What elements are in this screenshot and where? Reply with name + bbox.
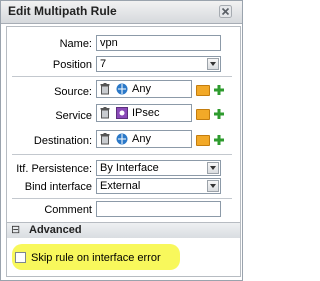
source-object-box[interactable]: Any — [96, 80, 192, 98]
destination-value: Any — [132, 133, 151, 145]
position-value: 7 — [100, 58, 107, 70]
service-label: Service — [55, 110, 92, 122]
comment-label: Comment — [44, 204, 92, 216]
chevron-down-icon[interactable] — [207, 180, 219, 192]
destination-label: Destination: — [33, 135, 92, 147]
divider — [12, 76, 232, 77]
divider — [12, 154, 232, 155]
chevron-down-icon[interactable] — [207, 58, 219, 70]
chevron-down-icon[interactable] — [207, 162, 219, 174]
position-label: Position — [52, 59, 92, 71]
add-icon[interactable] — [213, 134, 225, 146]
name-input[interactable]: vpn — [96, 35, 221, 51]
service-icon — [116, 107, 128, 119]
add-icon[interactable] — [213, 108, 225, 120]
network-icon — [116, 133, 128, 145]
skip-rule-checkbox[interactable] — [15, 252, 26, 263]
service-value: IPsec — [132, 107, 160, 119]
add-icon[interactable] — [213, 84, 225, 96]
service-object-box[interactable]: IPsec — [96, 104, 192, 122]
bind-interface-select[interactable]: External — [96, 178, 221, 194]
advanced-section-title: Advanced — [29, 224, 82, 236]
advanced-section-header[interactable]: ⊟ Advanced — [6, 222, 241, 239]
comment-input[interactable] — [96, 201, 221, 217]
bind-interface-label: Bind interface — [24, 181, 92, 193]
source-value: Any — [132, 83, 151, 95]
trash-icon[interactable] — [100, 133, 110, 145]
source-label: Source: — [54, 86, 92, 98]
itf-persistence-select[interactable]: By Interface — [96, 160, 221, 176]
network-icon — [116, 83, 128, 95]
skip-rule-label: Skip rule on interface error — [31, 252, 161, 264]
name-value: vpn — [100, 37, 118, 49]
name-label: Name: — [59, 38, 92, 50]
trash-icon[interactable] — [100, 83, 110, 95]
itf-persistence-label: Itf. Persistence: — [16, 163, 92, 175]
trash-icon[interactable] — [100, 107, 110, 119]
position-select[interactable]: 7 — [96, 56, 221, 72]
collapse-toggle-icon[interactable]: ⊟ — [11, 223, 20, 236]
folder-icon[interactable] — [196, 85, 210, 96]
close-icon[interactable] — [219, 5, 232, 18]
folder-icon[interactable] — [196, 135, 210, 146]
itf-persistence-value: By Interface — [100, 162, 159, 174]
divider — [12, 198, 232, 199]
destination-object-box[interactable]: Any — [96, 130, 192, 148]
folder-icon[interactable] — [196, 109, 210, 120]
bind-interface-value: External — [100, 180, 141, 192]
dialog-title: Edit Multipath Rule — [8, 4, 117, 18]
